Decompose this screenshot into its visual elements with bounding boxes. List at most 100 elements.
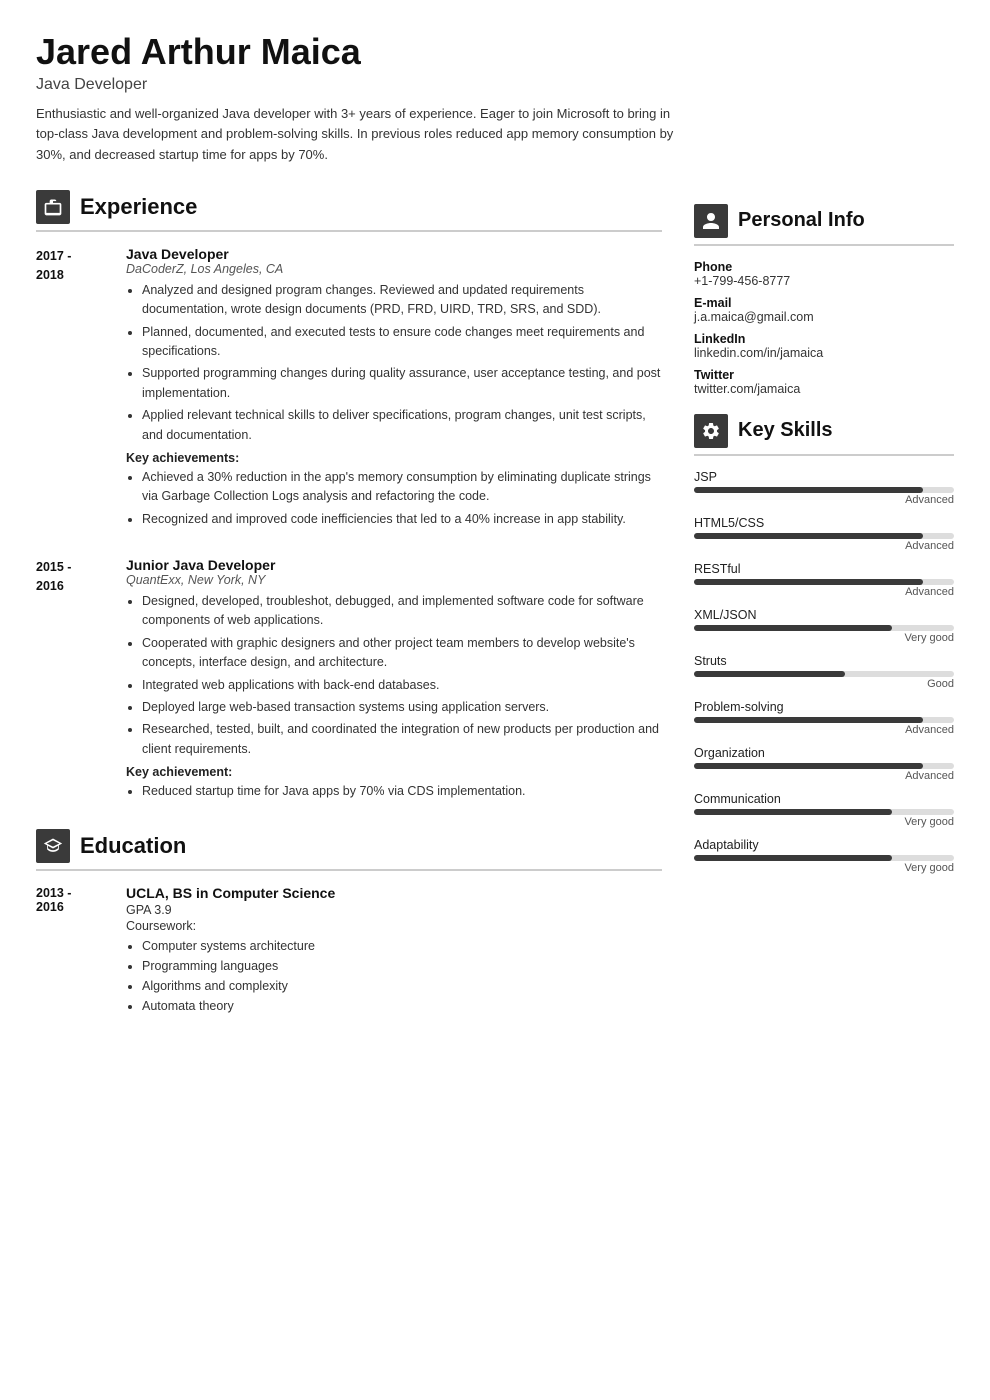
skills-heading: Key Skills: [738, 419, 833, 442]
experience-icon-box: [36, 190, 70, 224]
edu-entry-1: 2013 - 2016 UCLA, BS in Computer Science…: [36, 885, 662, 1016]
pi-twitter: Twitter twitter.com/jamaica: [694, 368, 954, 396]
skill-bar-bg: [694, 671, 954, 677]
coursework-label: Coursework:: [126, 919, 335, 933]
candidate-name: Jared Arthur Maica: [36, 32, 954, 72]
job-achievements-2: Reduced startup time for Java apps by 70…: [126, 782, 662, 801]
skills-icon: [701, 421, 721, 441]
skill-level: Very good: [694, 816, 954, 828]
bullet: Cooperated with graphic designers and ot…: [142, 634, 662, 673]
bullet: Supported programming changes during qua…: [142, 364, 662, 403]
job-entry-1: 2017 - 2018 Java Developer DaCoderZ, Los…: [36, 246, 662, 535]
skill-level: Good: [694, 678, 954, 690]
experience-section: Experience 2017 - 2018 Java Developer Da…: [36, 190, 662, 808]
skills-list: JSP Advanced HTML5/CSS Advanced RESTful …: [694, 470, 954, 874]
skill-level: Advanced: [694, 770, 954, 782]
skill-bar-bg: [694, 625, 954, 631]
skill-bar-fill: [694, 533, 923, 539]
bullet: Planned, documented, and executed tests …: [142, 323, 662, 362]
skill-bar-bg: [694, 717, 954, 723]
skill-bar-fill: [694, 625, 892, 631]
pi-linkedin: LinkedIn linkedin.com/in/jamaica: [694, 332, 954, 360]
bullet: Designed, developed, troubleshot, debugg…: [142, 592, 662, 631]
job-date-2: 2015 - 2016: [36, 557, 126, 807]
skill-bar-fill: [694, 855, 892, 861]
job-title-1: Java Developer: [126, 246, 662, 262]
skill-name: HTML5/CSS: [694, 516, 954, 530]
course: Programming languages: [142, 956, 335, 976]
coursework-list: Computer systems architecture Programmin…: [126, 936, 335, 1016]
achievement: Recognized and improved code inefficienc…: [142, 510, 662, 529]
skill-name: XML/JSON: [694, 608, 954, 622]
bullet: Researched, tested, built, and coordinat…: [142, 720, 662, 759]
skill-item-6: Organization Advanced: [694, 746, 954, 782]
job-company-2: QuantExx, New York, NY: [126, 573, 662, 587]
skill-bar-fill: [694, 579, 923, 585]
graduation-icon: [43, 836, 63, 856]
course: Automata theory: [142, 996, 335, 1016]
skill-name: JSP: [694, 470, 954, 484]
skill-bar-bg: [694, 809, 954, 815]
skill-name: RESTful: [694, 562, 954, 576]
bullet: Integrated web applications with back-en…: [142, 676, 662, 695]
skill-name: Struts: [694, 654, 954, 668]
job-achievements-1: Achieved a 30% reduction in the app's me…: [126, 468, 662, 529]
achievement: Achieved a 30% reduction in the app's me…: [142, 468, 662, 507]
skill-name: Communication: [694, 792, 954, 806]
skill-bar-bg: [694, 533, 954, 539]
personal-info-section: Personal Info Phone +1-799-456-8777 E-ma…: [694, 204, 954, 396]
skill-item-2: RESTful Advanced: [694, 562, 954, 598]
experience-heading: Experience: [80, 194, 197, 220]
skill-bar-fill: [694, 671, 845, 677]
job-bullets-1: Analyzed and designed program changes. R…: [126, 281, 662, 445]
key-achievements-label-2: Key achievement:: [126, 765, 662, 779]
skill-bar-fill: [694, 717, 923, 723]
job-bullets-2: Designed, developed, troubleshot, debugg…: [126, 592, 662, 759]
skill-item-4: Struts Good: [694, 654, 954, 690]
edu-content-1: UCLA, BS in Computer Science GPA 3.9 Cou…: [126, 885, 335, 1016]
skill-level: Advanced: [694, 540, 954, 552]
education-title-row: Education: [36, 829, 662, 863]
personal-info-title-row: Personal Info: [694, 204, 954, 238]
job-entry-2: 2015 - 2016 Junior Java Developer QuantE…: [36, 557, 662, 807]
edu-gpa: GPA 3.9: [126, 903, 335, 917]
skill-level: Very good: [694, 862, 954, 874]
resume-page: Jared Arthur Maica Java Developer Enthus…: [0, 0, 990, 1060]
person-icon: [701, 211, 721, 231]
skill-item-7: Communication Very good: [694, 792, 954, 828]
skill-bar-fill: [694, 809, 892, 815]
skills-section: Key Skills JSP Advanced HTML5/CSS Advanc…: [694, 414, 954, 874]
skill-bar-fill: [694, 763, 923, 769]
education-divider: [36, 869, 662, 871]
skill-bar-bg: [694, 763, 954, 769]
skill-level: Very good: [694, 632, 954, 644]
bullet: Analyzed and designed program changes. R…: [142, 281, 662, 320]
briefcase-icon: [43, 197, 63, 217]
skill-bar-bg: [694, 579, 954, 585]
bullet: Deployed large web-based transaction sys…: [142, 698, 662, 717]
skill-item-1: HTML5/CSS Advanced: [694, 516, 954, 552]
skill-item-0: JSP Advanced: [694, 470, 954, 506]
job-title-2: Junior Java Developer: [126, 557, 662, 573]
main-content: Experience 2017 - 2018 Java Developer Da…: [36, 190, 954, 1029]
job-company-1: DaCoderZ, Los Angeles, CA: [126, 262, 662, 276]
right-column: Personal Info Phone +1-799-456-8777 E-ma…: [694, 190, 954, 1029]
edu-school: UCLA, BS in Computer Science: [126, 885, 335, 901]
skill-level: Advanced: [694, 586, 954, 598]
skill-item-8: Adaptability Very good: [694, 838, 954, 874]
skill-bar-fill: [694, 487, 923, 493]
pi-phone: Phone +1-799-456-8777: [694, 260, 954, 288]
education-section: Education 2013 - 2016 UCLA, BS in Comput…: [36, 829, 662, 1016]
header-section: Jared Arthur Maica Java Developer Enthus…: [36, 32, 954, 166]
candidate-title: Java Developer: [36, 76, 954, 94]
skills-divider: [694, 454, 954, 456]
skill-name: Organization: [694, 746, 954, 760]
skill-name: Problem-solving: [694, 700, 954, 714]
pi-email: E-mail j.a.maica@gmail.com: [694, 296, 954, 324]
edu-date-1: 2013 - 2016: [36, 885, 126, 1016]
course: Algorithms and complexity: [142, 976, 335, 996]
education-icon-box: [36, 829, 70, 863]
course: Computer systems architecture: [142, 936, 335, 956]
personal-info-divider: [694, 244, 954, 246]
achievement: Reduced startup time for Java apps by 70…: [142, 782, 662, 801]
